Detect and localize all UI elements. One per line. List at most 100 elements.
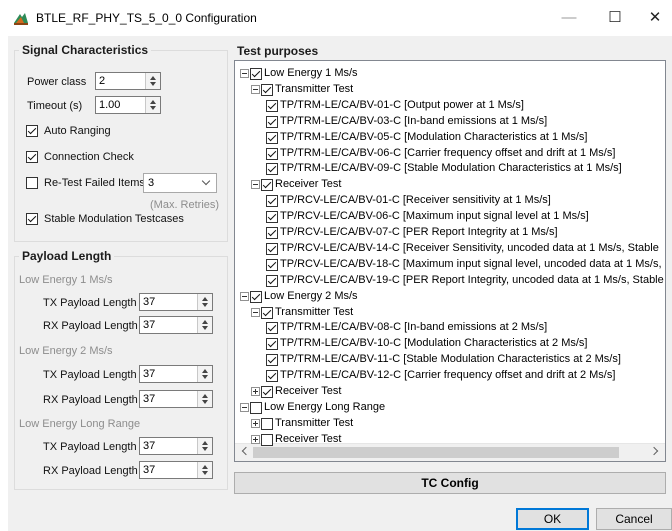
spin-up-icon[interactable] <box>202 297 208 301</box>
tree-node-label[interactable]: TP/RCV-LE/CA/BV-06-C [Maximum input sign… <box>280 210 589 222</box>
tree-node-checkbox[interactable] <box>266 274 278 287</box>
tree-node-label[interactable]: TP/TRM-LE/CA/BV-05-C [Modulation Charact… <box>280 131 587 143</box>
tree-node-checkbox[interactable] <box>266 338 278 351</box>
tree-node-label[interactable]: Transmitter Test <box>275 417 353 429</box>
spin-down-icon[interactable] <box>202 471 208 475</box>
payload-le2m-rx-stepper[interactable] <box>197 391 212 407</box>
collapse-minus-icon[interactable] <box>251 307 260 317</box>
spin-up-icon[interactable] <box>202 369 208 373</box>
tree-node-label[interactable]: TP/TRM-LE/CA/BV-09-C [Stable Modulation … <box>280 162 622 174</box>
tree-node-checkbox[interactable] <box>250 290 262 303</box>
tree-node-label[interactable]: TP/RCV-LE/CA/BV-14-C [Receiver Sensitivi… <box>280 242 659 254</box>
spin-down-icon[interactable] <box>150 82 156 86</box>
tree-node-checkbox[interactable] <box>266 131 278 144</box>
tree-node-label[interactable]: Receiver Test <box>275 433 341 445</box>
tree-node-checkbox[interactable] <box>261 306 273 319</box>
tree-node-label[interactable]: TP/TRM-LE/CA/BV-03-C [In-band emissions … <box>280 115 547 127</box>
tree-node-label[interactable]: TP/RCV-LE/CA/BV-18-C [Maximum input sign… <box>280 258 662 270</box>
retest-failed-label[interactable]: Re-Test Failed Items <box>44 177 145 189</box>
scroll-left-icon[interactable] <box>241 446 251 456</box>
minimize-button[interactable]: — <box>546 0 592 36</box>
cancel-button[interactable]: Cancel <box>596 508 672 530</box>
chevron-down-icon[interactable] <box>201 176 211 186</box>
tree-node-label[interactable]: TP/TRM-LE/CA/BV-10-C [Modulation Charact… <box>280 337 587 349</box>
spin-up-icon[interactable] <box>202 394 208 398</box>
spin-down-icon[interactable] <box>202 326 208 330</box>
spin-down-icon[interactable] <box>202 375 208 379</box>
spin-down-icon[interactable] <box>150 106 156 110</box>
tree-node-label[interactable]: Low Energy 1 Ms/s <box>264 67 358 79</box>
payload-le2m-rx-spinner[interactable]: 37 <box>139 390 213 408</box>
tree-node-label[interactable]: TP/RCV-LE/CA/BV-07-C [PER Report Integri… <box>280 226 558 238</box>
spin-up-icon[interactable] <box>150 100 156 104</box>
scroll-right-icon[interactable] <box>649 446 659 456</box>
tree-node-label[interactable]: Receiver Test <box>275 385 341 397</box>
tree-node-checkbox[interactable] <box>266 147 278 160</box>
retest-count-select[interactable]: 3 <box>143 173 217 193</box>
payload-lelr-rx-stepper[interactable] <box>197 462 212 478</box>
collapse-minus-icon[interactable] <box>251 180 260 190</box>
payload-le1m-tx-spinner[interactable]: 37 <box>139 293 213 311</box>
power-class-stepper-buttons[interactable] <box>145 73 160 89</box>
tree-node-checkbox[interactable] <box>261 179 273 192</box>
tree-node-label[interactable]: TP/RCV-LE/CA/BV-19-C [PER Report Integri… <box>280 274 664 286</box>
payload-lelr-tx-stepper[interactable] <box>197 438 212 454</box>
tree-node-label[interactable]: TP/TRM-LE/CA/BV-06-C [Carrier frequency … <box>280 147 615 159</box>
tree-node-checkbox[interactable] <box>261 417 273 430</box>
tree-node-checkbox[interactable] <box>261 386 273 398</box>
payload-le2m-tx-stepper[interactable] <box>197 366 212 382</box>
collapse-minus-icon[interactable] <box>240 402 249 412</box>
tree-node-label[interactable]: Receiver Test <box>275 178 341 190</box>
ok-button[interactable]: OK <box>516 508 589 530</box>
tree-node-checkbox[interactable] <box>261 83 273 96</box>
tree-node-checkbox[interactable] <box>266 115 278 128</box>
tree-node-checkbox[interactable] <box>266 322 278 335</box>
stable-modulation-checkbox[interactable] <box>26 213 38 225</box>
tree-node-checkbox[interactable] <box>250 401 262 414</box>
payload-le2m-tx-spinner[interactable]: 37 <box>139 365 213 383</box>
payload-lelr-rx-spinner[interactable]: 37 <box>139 461 213 479</box>
spin-up-icon[interactable] <box>150 76 156 80</box>
stable-modulation-label[interactable]: Stable Modulation Testcases <box>44 213 184 225</box>
collapse-minus-icon[interactable] <box>240 69 249 78</box>
expand-plus-icon[interactable] <box>251 387 260 396</box>
tree-node-label[interactable]: Transmitter Test <box>275 306 353 318</box>
horizontal-scrollbar[interactable] <box>235 443 665 461</box>
tree-node-checkbox[interactable] <box>266 163 278 176</box>
tree-node-checkbox[interactable] <box>266 354 278 367</box>
tree-node-label[interactable]: Transmitter Test <box>275 83 353 95</box>
tree-node-checkbox[interactable] <box>266 242 278 255</box>
expand-plus-icon[interactable] <box>251 434 260 444</box>
test-purposes-tree[interactable]: Low Energy 1 Ms/s Transmitter Test TP/TRM-… <box>234 60 666 462</box>
tree-node-checkbox[interactable] <box>266 227 278 239</box>
tc-config-button[interactable]: TC Config <box>234 472 666 494</box>
retest-failed-checkbox[interactable] <box>26 177 38 189</box>
tree-node-label[interactable]: TP/TRM-LE/CA/BV-11-C [Stable Modulation … <box>280 353 621 365</box>
spin-up-icon[interactable] <box>202 320 208 324</box>
scrollbar-thumb[interactable] <box>253 447 619 458</box>
auto-ranging-checkbox[interactable] <box>26 125 38 137</box>
payload-lelr-tx-spinner[interactable]: 37 <box>139 437 213 455</box>
spin-down-icon[interactable] <box>202 400 208 404</box>
auto-ranging-label[interactable]: Auto Ranging <box>44 125 111 137</box>
tree-node-checkbox[interactable] <box>266 195 278 208</box>
collapse-minus-icon[interactable] <box>251 84 260 94</box>
tree-node-checkbox[interactable] <box>266 370 278 383</box>
expand-plus-icon[interactable] <box>251 418 260 428</box>
collapse-minus-icon[interactable] <box>240 291 249 301</box>
timeout-stepper-buttons[interactable] <box>145 97 160 113</box>
close-button[interactable]: ✕ <box>632 0 672 36</box>
tree-node-label[interactable]: TP/RCV-LE/CA/BV-01-C [Receiver sensitivi… <box>280 194 551 206</box>
tree-node-checkbox[interactable] <box>261 433 273 446</box>
payload-le1m-rx-stepper[interactable] <box>197 317 212 333</box>
spin-up-icon[interactable] <box>202 465 208 469</box>
tree-node-checkbox[interactable] <box>266 258 278 271</box>
power-class-spinner[interactable]: 2 <box>95 72 161 90</box>
tree-node-checkbox[interactable] <box>250 68 262 80</box>
spin-up-icon[interactable] <box>202 441 208 445</box>
tree-node-label[interactable]: Low Energy 2 Ms/s <box>264 290 358 302</box>
tree-node-checkbox[interactable] <box>266 211 278 224</box>
timeout-spinner[interactable]: 1.00 <box>95 96 161 114</box>
payload-le1m-rx-spinner[interactable]: 37 <box>139 316 213 334</box>
spin-down-icon[interactable] <box>202 447 208 451</box>
